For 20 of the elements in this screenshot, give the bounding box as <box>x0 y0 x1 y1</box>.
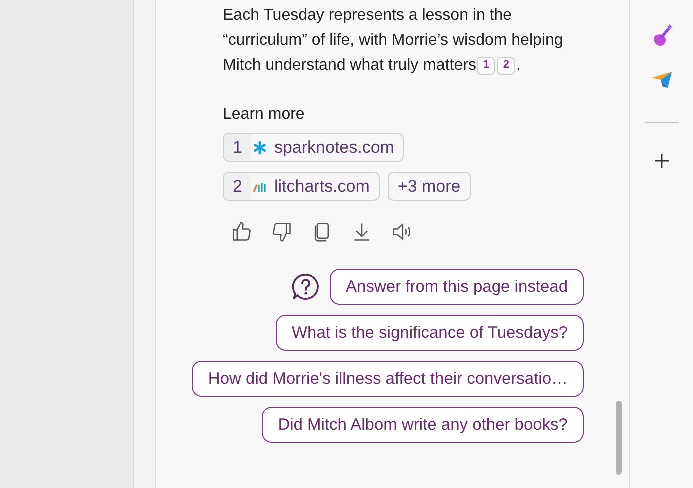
paper-plane-icon[interactable] <box>650 70 672 90</box>
thumbs-down-icon[interactable] <box>271 221 293 243</box>
asterisk-icon <box>253 140 268 154</box>
help-icon <box>292 273 320 301</box>
suggestion-chip[interactable]: What is the significance of Tuesdays? <box>276 315 584 351</box>
scrollbar-thumb[interactable] <box>616 401 622 475</box>
citation-link[interactable]: 2 <box>497 56 516 75</box>
more-sources-button[interactable]: +3 more <box>388 172 471 201</box>
thumbs-up-icon[interactable] <box>231 221 253 243</box>
suggestion-chip[interactable]: Answer from this page instead <box>330 269 584 305</box>
answer-text: Each Tuesday represents a lesson in the “curriculum” of life, with Morrie’s wisdom helping Mitch understand what truly matters 1 2 . <box>223 6 564 77</box>
plus-icon[interactable] <box>654 153 670 169</box>
suggestion-chip[interactable]: Did Mitch Albom write any other books? <box>262 407 584 443</box>
citation-link[interactable]: 1 <box>477 56 496 75</box>
learn-more-label: Learn more <box>223 105 305 125</box>
speaker-icon[interactable] <box>391 221 413 243</box>
source-link[interactable]: 2 litcharts.com <box>223 172 380 201</box>
suggestion-chip[interactable]: How did Morrie's illness affect their conversatio… <box>192 361 584 397</box>
bar-chart-icon <box>253 180 268 192</box>
source-link[interactable]: 1 sparknotes.com <box>223 133 404 162</box>
